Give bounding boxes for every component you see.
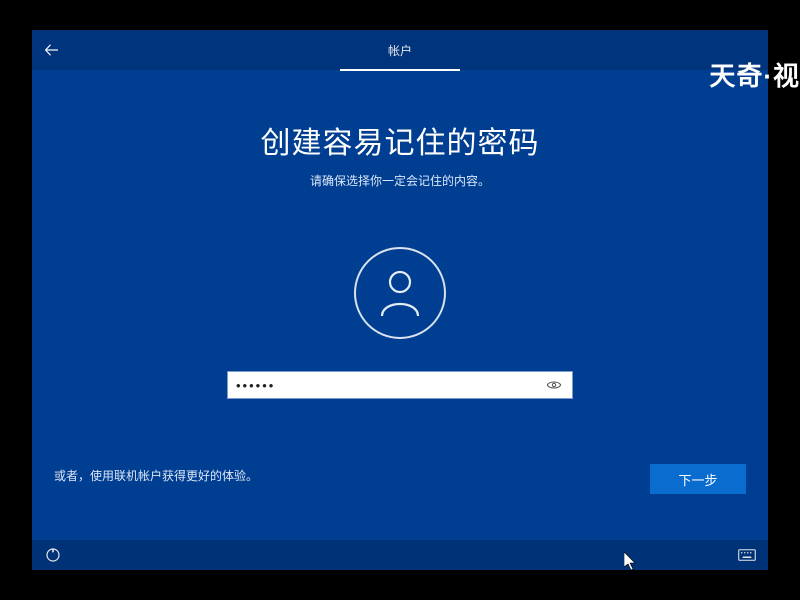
page-title: 创建容易记住的密码 <box>261 118 540 162</box>
password-input[interactable] <box>236 378 544 393</box>
password-field-container <box>227 371 573 399</box>
user-avatar-icon <box>377 268 423 318</box>
oobe-screen: 帐户 创建容易记住的密码 请确保选择你一定会记住的内容。 或者，使用联机帐户获得… <box>32 30 768 570</box>
video-watermark: 天奇·视 <box>709 56 800 93</box>
back-arrow-icon <box>43 41 61 59</box>
password-reveal-button[interactable] <box>544 375 564 395</box>
password-reveal-icon <box>546 377 562 393</box>
next-button[interactable]: 下一步 <box>650 464 746 494</box>
user-avatar <box>354 247 446 339</box>
on-screen-keyboard-button[interactable] <box>736 544 758 566</box>
top-bar: 帐户 <box>32 30 768 70</box>
page-subtitle: 请确保选择你一定会记住的内容。 <box>310 172 490 189</box>
content-area: 创建容易记住的密码 请确保选择你一定会记住的内容。 或者，使用联机帐户获得更好的… <box>32 70 768 540</box>
ease-of-access-icon <box>45 547 61 563</box>
tab-account[interactable]: 帐户 <box>340 30 460 71</box>
on-screen-keyboard-icon <box>738 549 756 561</box>
online-account-link[interactable]: 或者，使用联机帐户获得更好的体验。 <box>54 467 258 484</box>
back-button[interactable] <box>32 30 72 70</box>
bottom-bar <box>32 540 768 570</box>
ease-of-access-button[interactable] <box>42 544 64 566</box>
